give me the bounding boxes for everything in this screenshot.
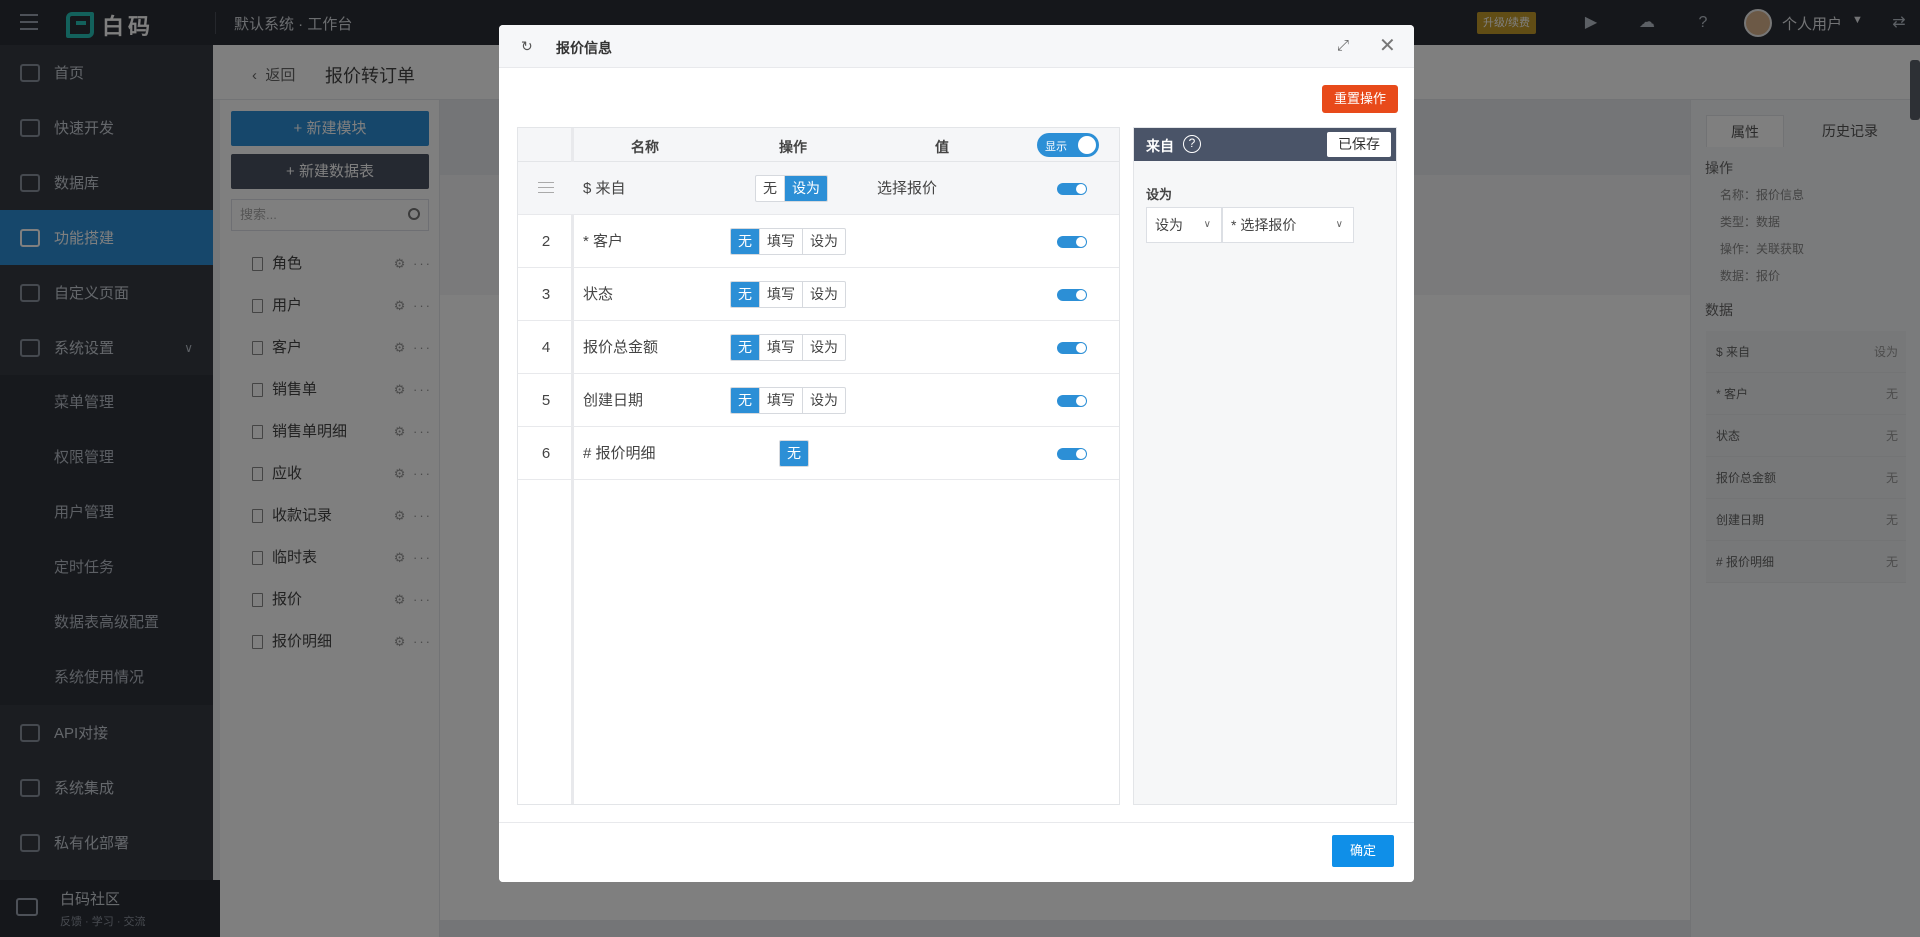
chevron-down-icon: ∨: [1335, 219, 1343, 230]
op-set[interactable]: 设为: [803, 282, 845, 307]
op-none[interactable]: 无: [731, 335, 760, 360]
op-fill[interactable]: 填写: [760, 388, 803, 413]
row-index: 5: [541, 392, 551, 409]
source-title: 来自: [1146, 138, 1174, 154]
field-operations-table: 名称 操作 值 显示 $ 来自 无 设为 选择报价 2 * 客户 无 填写 设为…: [517, 127, 1120, 805]
table-row[interactable]: 4 报价总金额 无 填写 设为: [518, 321, 1119, 374]
row-index: 4: [541, 339, 551, 356]
row-index: 6: [541, 445, 551, 462]
help-icon[interactable]: ?: [1183, 135, 1201, 153]
visibility-toggle[interactable]: [1057, 236, 1087, 248]
op-set[interactable]: 设为: [803, 388, 845, 413]
confirm-button[interactable]: 确定: [1332, 835, 1394, 867]
op-fill[interactable]: 填写: [760, 335, 803, 360]
row-name: 报价总金额: [583, 339, 659, 356]
source-config-header: 来自 ? 已保存: [1134, 128, 1396, 161]
op-none[interactable]: 无: [731, 388, 760, 413]
op-none[interactable]: 无: [756, 176, 785, 201]
op-none[interactable]: 无: [731, 229, 760, 254]
reset-operations-button[interactable]: 重置操作: [1322, 85, 1398, 113]
mode-select[interactable]: 设为 ∨: [1146, 207, 1222, 243]
operation-selector[interactable]: 无: [779, 440, 809, 467]
op-none[interactable]: 无: [731, 282, 760, 307]
column-header-operation: 操作: [779, 139, 807, 155]
table-row[interactable]: 2 * 客户 无 填写 设为: [518, 215, 1119, 268]
table-header: 名称 操作 值 显示: [518, 128, 1119, 162]
op-fill[interactable]: 填写: [760, 282, 803, 307]
row-index: 3: [541, 286, 551, 303]
row-name: 状态: [583, 286, 614, 303]
row-index: 2: [541, 233, 551, 250]
op-fill[interactable]: 填写: [760, 229, 803, 254]
operation-selector[interactable]: 无 填写 设为: [730, 228, 846, 255]
row-name: $ 来自: [583, 180, 626, 197]
column-header-value: 值: [935, 139, 949, 155]
op-set[interactable]: 设为: [803, 229, 845, 254]
row-name: 创建日期: [583, 392, 644, 409]
fullscreen-icon[interactable]: ⤢: [1337, 37, 1349, 54]
op-set[interactable]: 设为: [803, 335, 845, 360]
saved-button[interactable]: 已保存: [1327, 132, 1391, 157]
dialog-footer: 确定: [499, 822, 1414, 882]
source-config-panel: 来自 ? 已保存 设为 设为 ∨ * 选择报价 ∨: [1133, 127, 1397, 805]
table-row[interactable]: $ 来自 无 设为 选择报价: [518, 162, 1119, 215]
quote-info-dialog: ↻ 报价信息 ⤢ ✕ 重置操作 名称 操作 值 显示 $ 来自 无 设为 选择报…: [499, 25, 1414, 882]
operation-selector[interactable]: 无 填写 设为: [730, 334, 846, 361]
visibility-toggle[interactable]: [1057, 395, 1087, 407]
visibility-toggle[interactable]: [1057, 183, 1087, 195]
quote-select[interactable]: * 选择报价 ∨: [1222, 207, 1354, 243]
dialog-title: 报价信息: [556, 40, 612, 56]
operation-selector[interactable]: 无 填写 设为: [730, 281, 846, 308]
dialog-header: ↻ 报价信息 ⤢ ✕: [499, 25, 1414, 68]
visibility-toggle[interactable]: [1057, 448, 1087, 460]
show-toggle-label: 显示: [1045, 141, 1067, 153]
drag-handle-icon[interactable]: [538, 182, 554, 197]
row-name: # 报价明细: [583, 445, 656, 462]
table-row[interactable]: 6 # 报价明细 无: [518, 427, 1119, 480]
operation-selector[interactable]: 无 设为: [755, 175, 828, 202]
column-header-name: 名称: [631, 139, 659, 155]
row-name: * 客户: [583, 233, 624, 250]
set-as-label: 设为: [1146, 187, 1173, 202]
visibility-toggle[interactable]: [1057, 342, 1087, 354]
close-icon[interactable]: ✕: [1379, 33, 1396, 58]
visibility-toggle[interactable]: [1057, 289, 1087, 301]
quote-select-value: * 选择报价: [1231, 217, 1297, 233]
op-set[interactable]: 设为: [785, 176, 827, 201]
show-all-toggle[interactable]: 显示: [1037, 133, 1099, 157]
operation-selector[interactable]: 无 填写 设为: [730, 387, 846, 414]
mode-select-value: 设为: [1155, 217, 1183, 233]
chevron-down-icon: ∨: [1203, 219, 1211, 230]
row-value[interactable]: 选择报价: [877, 162, 937, 215]
table-row[interactable]: 5 创建日期 无 填写 设为: [518, 374, 1119, 427]
table-row[interactable]: 3 状态 无 填写 设为: [518, 268, 1119, 321]
op-none[interactable]: 无: [780, 441, 808, 466]
toggle-knob: [1078, 136, 1096, 154]
refresh-icon[interactable]: ↻: [521, 38, 533, 55]
